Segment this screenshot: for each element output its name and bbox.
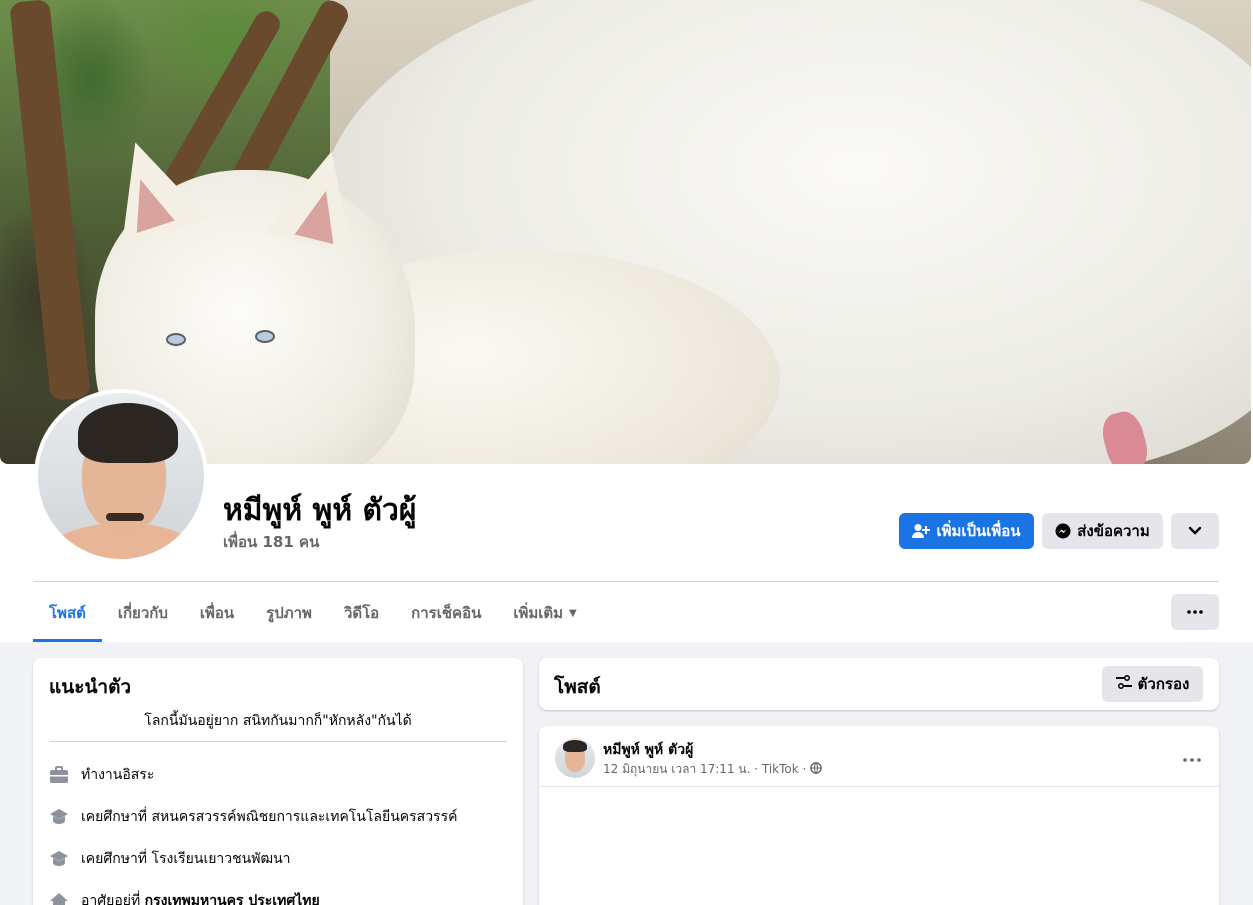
- profile-tabs: โพสต์ เกี่ยวกับ เพื่อน รูปภาพ วิดีโอ การ…: [33, 584, 593, 642]
- avatar-hair: [78, 403, 178, 463]
- chevron-down-icon: [1188, 526, 1202, 536]
- intro-item-text: เคยศึกษาที่ โรงเรียนเยาวชนพัฒนา: [81, 851, 291, 867]
- add-friend-icon: [912, 523, 931, 539]
- avatar-photo: [38, 393, 204, 559]
- filter-label: ตัวกรอง: [1137, 675, 1190, 693]
- filter-icon: [1115, 674, 1132, 693]
- post-author-avatar[interactable]: [555, 738, 595, 778]
- more-options-button[interactable]: [1171, 513, 1219, 549]
- tab-checkins[interactable]: การเช็คอิน: [395, 584, 497, 642]
- intro-title: แนะนำตัว: [49, 676, 132, 698]
- filter-button[interactable]: ตัวกรอง: [1102, 666, 1203, 702]
- tab-label: วิดีโอ: [343, 604, 380, 622]
- graduation-cap-icon: [49, 849, 69, 869]
- intro-item-text: ทำงานอิสระ: [81, 767, 155, 783]
- tab-about[interactable]: เกี่ยวกับ: [102, 584, 184, 642]
- intro-bio: โลกนี้มันอยู่ยาก สนิทกันมากก็"หักหลัง"กั…: [144, 713, 412, 729]
- intro-item-lives-in: อาศัยอยู่ที่ กรุงเทพมหานคร ประเทศไทย: [49, 890, 320, 905]
- cover-dog-eye: [166, 333, 186, 346]
- globe-icon: [810, 762, 823, 777]
- cover-photo[interactable]: [0, 0, 1251, 464]
- avatar-mustache: [106, 513, 144, 521]
- post-card: หมีพูห์ พูห์ ตัวผู้ 12 มิถุนายน เวลา 17:…: [539, 726, 1219, 905]
- more-dots-icon: [1187, 610, 1203, 614]
- tab-photos[interactable]: รูปภาพ: [250, 584, 328, 642]
- avatar-hair: [563, 740, 587, 752]
- messenger-icon: [1055, 523, 1071, 539]
- add-friend-label: เพิ่มเป็นเพื่อน: [936, 522, 1021, 540]
- tab-more[interactable]: เพิ่มเติม ▼: [497, 584, 592, 642]
- post-options-button[interactable]: [1183, 746, 1201, 767]
- add-friend-button[interactable]: เพิ่มเป็นเพื่อน: [899, 513, 1034, 549]
- lives-in-place[interactable]: กรุงเทพมหานคร ประเทศไทย: [145, 893, 320, 905]
- message-button[interactable]: ส่งข้อความ: [1042, 513, 1163, 549]
- profile-avatar[interactable]: [34, 389, 208, 563]
- intro-card: แนะนำตัว โลกนี้มันอยู่ยาก สนิทกันมากก็"ห…: [33, 658, 523, 905]
- intro-item-text: อาศัยอยู่ที่ กรุงเทพมหานคร ประเทศไทย: [81, 890, 320, 905]
- intro-divider: [49, 741, 507, 742]
- intro-item-text: เคยศึกษาที่ สหนครสวรรค์พณิชยการและเทคโนโ…: [81, 809, 458, 825]
- post-meta: 12 มิถุนายน เวลา 17:11 น. · TikTok ·: [603, 760, 823, 779]
- posts-header-card: โพสต์ ตัวกรอง: [539, 658, 1219, 710]
- profile-name: หมีพูห์ พูห์ ตัวผู้: [223, 493, 417, 528]
- tab-friends[interactable]: เพื่อน: [184, 584, 250, 642]
- home-icon: [49, 891, 69, 905]
- caret-down-icon: ▼: [569, 607, 577, 619]
- cover-dog-eye: [255, 330, 275, 343]
- tab-label: เพื่อน: [199, 604, 235, 622]
- briefcase-icon: [49, 765, 69, 785]
- message-label: ส่งข้อความ: [1077, 522, 1150, 540]
- intro-item-education: เคยศึกษาที่ สหนครสวรรค์พณิชยการและเทคโนโ…: [49, 806, 457, 828]
- tab-label: รูปภาพ: [266, 604, 312, 622]
- tab-label: เพิ่มเติม: [513, 604, 564, 622]
- post-divider: [539, 786, 1219, 787]
- post-author-name[interactable]: หมีพูห์ พูห์ ตัวผู้: [603, 739, 693, 761]
- tab-label: เกี่ยวกับ: [117, 604, 168, 622]
- tab-posts[interactable]: โพสต์: [33, 584, 102, 642]
- more-dots-icon: [1183, 758, 1201, 762]
- intro-item-education: เคยศึกษาที่ โรงเรียนเยาวชนพัฒนา: [49, 848, 291, 870]
- header-divider: [33, 581, 1219, 582]
- lives-in-prefix: อาศัยอยู่ที่: [81, 893, 145, 905]
- profile-menu-button[interactable]: [1171, 594, 1219, 630]
- tab-videos[interactable]: วิดีโอ: [328, 584, 395, 642]
- tab-label: การเช็คอิน: [411, 604, 482, 622]
- friend-count[interactable]: เพื่อน 181 คน: [223, 530, 319, 554]
- post-meta-text[interactable]: 12 มิถุนายน เวลา 17:11 น. · TikTok ·: [603, 760, 806, 779]
- tab-label: โพสต์: [49, 604, 86, 622]
- posts-title: โพสต์: [554, 676, 601, 698]
- intro-item-work: ทำงานอิสระ: [49, 764, 154, 786]
- graduation-cap-icon: [49, 807, 69, 827]
